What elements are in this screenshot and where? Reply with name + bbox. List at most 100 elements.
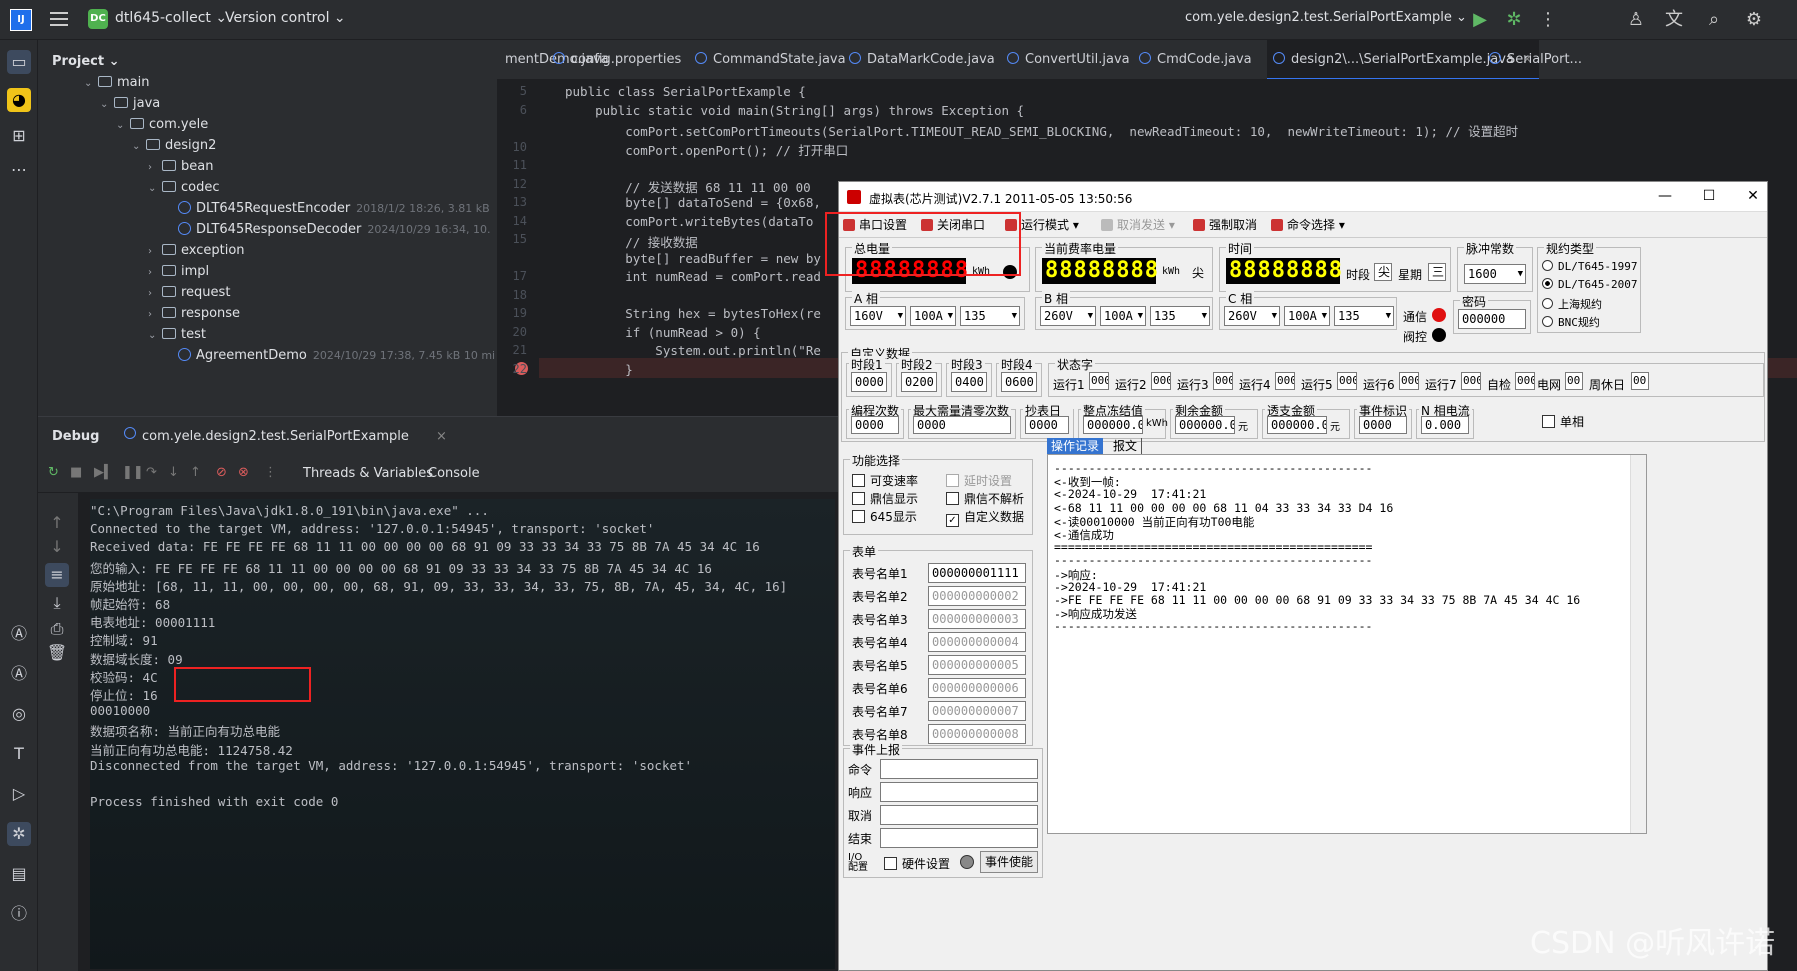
- cancel-send-button[interactable]: 取消发送 ▾: [1099, 215, 1175, 235]
- tree-item-test[interactable]: ⌄ test: [148, 324, 206, 346]
- vcs-menu[interactable]: Version control ⌄: [225, 10, 346, 26]
- event-input[interactable]: [880, 759, 1038, 779]
- scroll-up-icon[interactable]: ↑: [45, 511, 69, 535]
- tree-item-impl[interactable]: › impl: [148, 261, 209, 283]
- status-input[interactable]: 000: [1515, 372, 1535, 390]
- code-line[interactable]: int numRead = comPort.read: [565, 269, 821, 284]
- tree-item-com.yele[interactable]: ⌄ com.yele: [116, 114, 208, 136]
- close-window-icon[interactable]: ✕: [1743, 188, 1763, 206]
- stop-icon[interactable]: ■: [70, 465, 82, 480]
- tree-arrow-icon[interactable]: ⌄: [84, 73, 98, 95]
- step-out-icon[interactable]: ↑: [190, 465, 201, 480]
- status-input[interactable]: 000: [1461, 372, 1481, 390]
- status-input[interactable]: 00: [1631, 372, 1649, 390]
- function-checkbox[interactable]: 自定义数据: [946, 508, 1024, 527]
- more-debug-icon[interactable]: ⋮: [264, 465, 277, 480]
- week-value[interactable]: 三: [1428, 263, 1446, 281]
- command-select-button[interactable]: 命令选择 ▾: [1269, 215, 1345, 235]
- custom-field-input[interactable]: 000000.00: [1175, 416, 1235, 434]
- code-line[interactable]: public class SerialPortExample {: [565, 84, 806, 99]
- status-input[interactable]: 00: [1565, 372, 1583, 390]
- tree-item-main[interactable]: ⌄ main: [84, 72, 149, 94]
- ai-chat-icon[interactable]: Ⓐ: [7, 662, 31, 686]
- tree-arrow-icon[interactable]: ›: [148, 241, 162, 263]
- code-line[interactable]: }: [565, 362, 633, 377]
- tree-arrow-icon[interactable]: ⌄: [148, 178, 162, 200]
- tree-item-codec[interactable]: ⌄ codec: [148, 177, 220, 199]
- code-line[interactable]: byte[] dataToSend = {0x68,: [565, 195, 821, 210]
- tree-item-design2[interactable]: ⌄ design2: [132, 135, 216, 157]
- custom-field-input[interactable]: 000000.00: [1083, 416, 1143, 434]
- status-input[interactable]: 000: [1275, 372, 1295, 390]
- code-line[interactable]: if (numRead > 0) {: [565, 325, 760, 340]
- pulse-const-select[interactable]: 1600: [1464, 264, 1526, 284]
- project-panel-title[interactable]: Project ⌄: [52, 54, 120, 69]
- close-session-icon[interactable]: ×: [436, 429, 447, 444]
- editor-tab[interactable]: ConvertUtil.java: [1007, 40, 1130, 79]
- tree-arrow-icon[interactable]: ›: [148, 157, 162, 179]
- main-menu-icon[interactable]: [50, 12, 68, 26]
- period-value[interactable]: 尖: [1374, 263, 1392, 281]
- force-cancel-button[interactable]: 强制取消: [1191, 215, 1257, 235]
- structure-icon[interactable]: ⊞: [7, 124, 31, 148]
- editor-tab[interactable]: CmdCode.java: [1139, 40, 1252, 79]
- tab-threads-variables[interactable]: Threads & Variables: [303, 466, 433, 481]
- status-input[interactable]: 000: [1089, 372, 1109, 390]
- view-breakpoints-icon[interactable]: ⊘: [216, 465, 227, 480]
- function-checkbox[interactable]: 延时设置: [946, 472, 1012, 489]
- tree-arrow-icon[interactable]: ⌄: [132, 136, 146, 158]
- period-input[interactable]: 0200: [901, 372, 937, 392]
- protocol-radio[interactable]: 上海规约: [1542, 296, 1602, 312]
- status-input[interactable]: 000: [1337, 372, 1357, 390]
- editor-tab[interactable]: CommandState.java: [695, 40, 846, 79]
- meter-input[interactable]: 000000000008: [928, 724, 1026, 744]
- tree-item-agreementdemo[interactable]: AgreementDemo 2024/10/29 17:38, 7.45 kB 1…: [164, 345, 495, 367]
- project-switcher[interactable]: dtl645-collect ⌄: [115, 10, 227, 26]
- phase-c-angle-select[interactable]: 135: [1334, 306, 1394, 326]
- custom-field-input[interactable]: 0000: [913, 416, 1011, 434]
- print-icon[interactable]: ⎙: [45, 617, 69, 641]
- tab-operation-log[interactable]: 操作记录: [1047, 438, 1104, 454]
- tree-item-dlt645requestencoder[interactable]: DLT645RequestEncoder 2018/1/2 18:26, 3.81…: [164, 198, 490, 220]
- log-scrollbar[interactable]: [1630, 455, 1646, 833]
- debug-tool-icon[interactable]: ✲: [7, 822, 31, 846]
- event-input[interactable]: [880, 805, 1038, 825]
- run-config-selector[interactable]: com.yele.design2.test.SerialPortExample …: [1185, 10, 1467, 25]
- custom-field-input[interactable]: 0.000: [1421, 416, 1469, 434]
- code-line[interactable]: // 接收数据: [565, 232, 698, 251]
- intellij-logo-icon[interactable]: IJ: [10, 9, 32, 31]
- status-input[interactable]: 000: [1151, 372, 1171, 390]
- ai-assistant-icon[interactable]: Ⓐ: [7, 622, 31, 646]
- tree-item-dlt645responsedecoder[interactable]: DLT645ResponseDecoder 2024/10/29 16:34, 1…: [164, 219, 490, 241]
- code-line[interactable]: byte[] readBuffer = new by: [565, 251, 821, 266]
- project-folder-icon[interactable]: ▭: [7, 50, 31, 74]
- tree-item-response[interactable]: › response: [148, 303, 240, 325]
- custom-field-input[interactable]: 0000: [1359, 416, 1407, 434]
- code-line[interactable]: public static void main(String[] args) t…: [565, 103, 1024, 118]
- operation-log[interactable]: ----------------------------------------…: [1047, 454, 1647, 834]
- soft-wrap-icon[interactable]: ≡: [45, 563, 69, 587]
- phase-c-voltage-select[interactable]: 260V: [1224, 306, 1280, 326]
- code-line[interactable]: comPort.openPort(); // 打开串口: [565, 140, 848, 159]
- meter-input[interactable]: 000000000002: [928, 586, 1026, 606]
- debug-session-tab[interactable]: com.yele.design2.test.SerialPortExample: [142, 429, 409, 444]
- more-icon[interactable]: ⋮: [1536, 8, 1560, 32]
- code-line[interactable]: comPort.setComPortTimeouts(SerialPort.TI…: [565, 121, 1518, 140]
- code-line[interactable]: System.out.println("Re: [565, 343, 821, 358]
- translate-icon[interactable]: 文: [1662, 8, 1686, 32]
- mute-breakpoints-icon[interactable]: ⊗: [238, 465, 249, 480]
- event-input[interactable]: [880, 782, 1038, 802]
- tree-item-java[interactable]: ⌄ java: [100, 93, 160, 115]
- pause-icon[interactable]: ❚❚: [122, 465, 144, 480]
- step-over-icon[interactable]: ↷: [146, 465, 157, 480]
- plugin-cat-icon[interactable]: ◕: [7, 88, 31, 112]
- protocol-radio[interactable]: DL/T645-2007: [1542, 278, 1637, 291]
- run-tool-icon[interactable]: ▷: [7, 782, 31, 806]
- tree-arrow-icon[interactable]: ›: [148, 304, 162, 326]
- event-input[interactable]: [880, 828, 1038, 848]
- protocol-radio[interactable]: BNC规约: [1542, 314, 1600, 330]
- editor-tab[interactable]: DataMarkCode.java: [849, 40, 995, 79]
- phase-a-voltage-select[interactable]: 160V: [850, 306, 906, 326]
- tab-console[interactable]: Console: [428, 466, 480, 481]
- meter-input[interactable]: 000000000004: [928, 632, 1026, 652]
